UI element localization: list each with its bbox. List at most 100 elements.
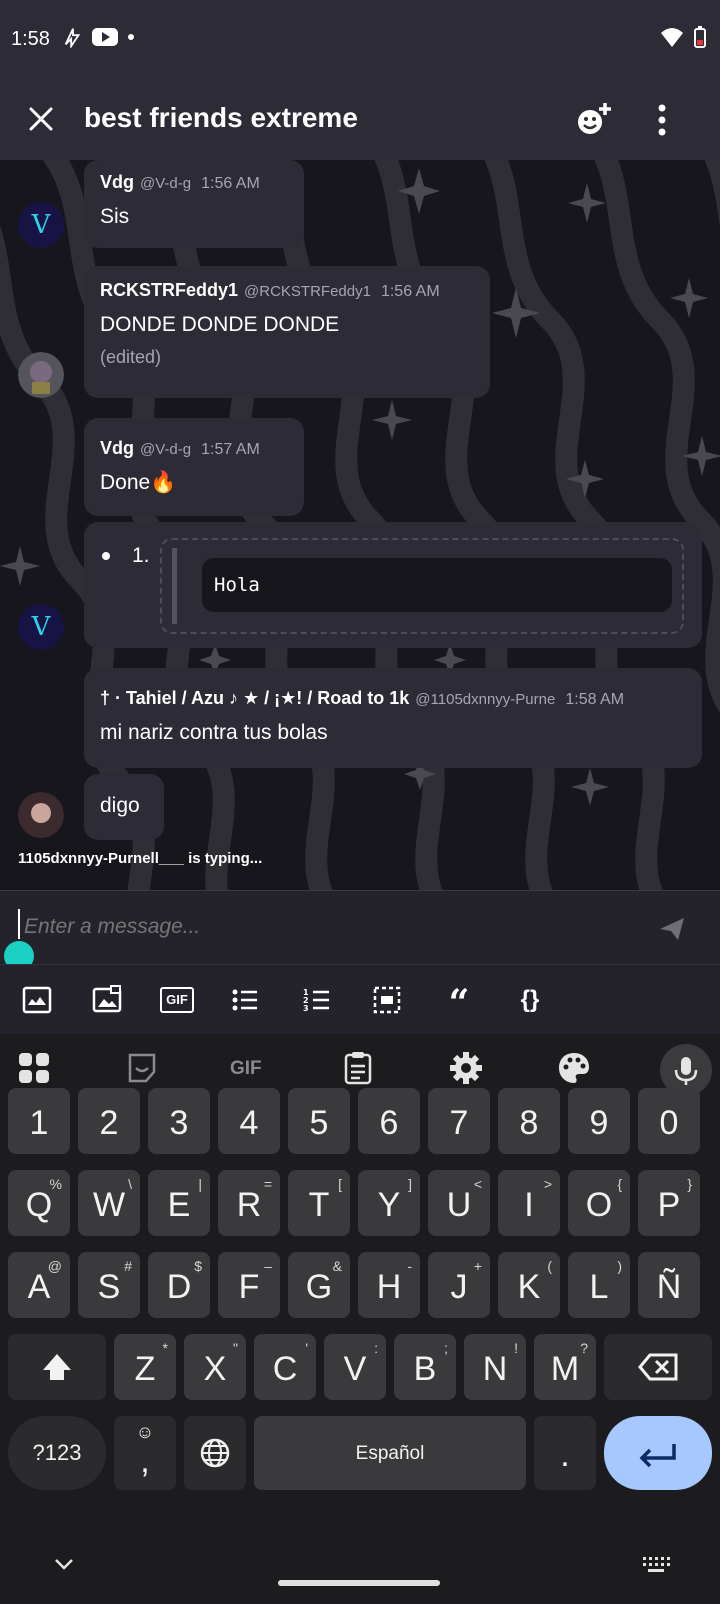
- avatar[interactable]: V: [18, 604, 64, 650]
- key-1[interactable]: 1: [8, 1088, 70, 1154]
- key-9[interactable]: 9: [568, 1088, 630, 1154]
- send-icon[interactable]: [658, 915, 686, 943]
- key-z[interactable]: Z *: [114, 1334, 176, 1400]
- author-handle: @1105dxnnyy-Purne: [415, 691, 556, 708]
- period-key[interactable]: .: [534, 1416, 596, 1490]
- text-cursor: [18, 909, 20, 939]
- language-key[interactable]: [184, 1416, 246, 1490]
- key-e[interactable]: E |: [148, 1170, 210, 1236]
- key-t[interactable]: T[: [288, 1170, 350, 1236]
- key-i[interactable]: I >: [498, 1170, 560, 1236]
- author-name[interactable]: Vdg: [100, 438, 134, 458]
- key-r[interactable]: R =: [218, 1170, 280, 1236]
- key-hint: (: [547, 1258, 552, 1274]
- key-8[interactable]: 8: [498, 1088, 560, 1154]
- key-p[interactable]: P}: [638, 1170, 700, 1236]
- numbered-list-icon[interactable]: 123: [302, 985, 332, 1015]
- add-member-icon[interactable]: [574, 100, 614, 140]
- comma-key[interactable]: , ☺: [114, 1416, 176, 1490]
- author-name[interactable]: RCKSTRFeddy1: [100, 280, 238, 300]
- message-text: DONDE DONDE DONDE: [100, 313, 340, 336]
- key-u[interactable]: U <: [428, 1170, 490, 1236]
- sticker-icon[interactable]: [124, 1050, 160, 1086]
- apps-grid-icon[interactable]: [16, 1050, 52, 1086]
- message-text: Sis: [100, 205, 130, 228]
- key-k[interactable]: K(: [498, 1252, 560, 1318]
- avatar[interactable]: [18, 352, 64, 398]
- key-6[interactable]: 6: [358, 1088, 420, 1154]
- settings-icon[interactable]: [448, 1050, 484, 1086]
- key-s[interactable]: S #: [78, 1252, 140, 1318]
- palette-icon[interactable]: [556, 1050, 592, 1086]
- key-2[interactable]: 2: [78, 1088, 140, 1154]
- key-l[interactable]: L): [568, 1252, 630, 1318]
- enter-key[interactable]: [604, 1416, 712, 1490]
- symbols-key[interactable]: ?123: [8, 1416, 106, 1490]
- key-m[interactable]: M?: [534, 1334, 596, 1400]
- edited-label: (edited): [100, 347, 162, 367]
- avatar[interactable]: V: [18, 202, 64, 248]
- key-label: .: [560, 1436, 570, 1474]
- spoiler-icon[interactable]: [372, 985, 402, 1015]
- sticker-icon[interactable]: [22, 985, 52, 1015]
- key-y[interactable]: Y]: [358, 1170, 420, 1236]
- key-h[interactable]: H-: [358, 1252, 420, 1318]
- key-w[interactable]: W \: [78, 1170, 140, 1236]
- author-name[interactable]: Vdg: [100, 172, 134, 192]
- message-bubble[interactable]: Vdg @V-d-g 1:57 AM Done🔥: [84, 418, 304, 516]
- backspace-key[interactable]: [604, 1334, 712, 1400]
- key-ñ[interactable]: Ñ: [638, 1252, 700, 1318]
- key-hint: }: [687, 1176, 692, 1192]
- code-icon[interactable]: {}: [510, 985, 550, 1015]
- image-icon[interactable]: [92, 985, 122, 1015]
- more-vert-icon[interactable]: [654, 102, 670, 138]
- message-bubble[interactable]: † · Tahiel / Azu ♪ ★ / ¡★! / Road to 1k @…: [84, 668, 702, 768]
- youtube-icon: [92, 28, 118, 46]
- shift-key[interactable]: [8, 1334, 106, 1400]
- message-list[interactable]: V Vdg @V-d-g 1:56 AM Sis RCKSTRFeddy1 @RCKS…: [0, 160, 720, 890]
- author-handle: @RCKSTRFeddy1: [244, 283, 371, 300]
- gesture-handle[interactable]: [278, 1580, 440, 1586]
- gif-icon[interactable]: GIF: [160, 987, 194, 1013]
- key-3[interactable]: 3: [148, 1088, 210, 1154]
- message-bubble[interactable]: digo: [84, 774, 164, 840]
- message-text: mi nariz contra tus bolas: [100, 721, 328, 744]
- message-bubble[interactable]: 1. Hola: [84, 522, 702, 648]
- key-d[interactable]: D $: [148, 1252, 210, 1318]
- message-bubble[interactable]: Vdg @V-d-g 1:56 AM Sis: [84, 160, 304, 248]
- bullet-list-icon[interactable]: [230, 985, 260, 1015]
- key-n[interactable]: N!: [464, 1334, 526, 1400]
- key-g[interactable]: G &: [288, 1252, 350, 1318]
- close-icon[interactable]: [26, 104, 56, 134]
- key-label: 2: [99, 1104, 119, 1142]
- key-x[interactable]: X ": [184, 1334, 246, 1400]
- message-time: 1:57 AM: [201, 441, 260, 458]
- key-j[interactable]: J +: [428, 1252, 490, 1318]
- avatar[interactable]: [18, 792, 64, 838]
- clipboard-icon[interactable]: [340, 1050, 376, 1086]
- quote-icon[interactable]: “: [444, 985, 474, 1021]
- key-label: ?123: [32, 1440, 82, 1465]
- list-bullet: [102, 552, 110, 560]
- key-7[interactable]: 7: [428, 1088, 490, 1154]
- key-a[interactable]: A @: [8, 1252, 70, 1318]
- key-q[interactable]: Q%: [8, 1170, 70, 1236]
- code-block: Hola: [202, 558, 672, 612]
- space-key[interactable]: Español: [254, 1416, 526, 1490]
- author-name[interactable]: † · Tahiel / Azu ♪ ★ / ¡★! / Road to 1k: [100, 688, 409, 708]
- key-o[interactable]: O{: [568, 1170, 630, 1236]
- key-0[interactable]: 0: [638, 1088, 700, 1154]
- key-b[interactable]: B;: [394, 1334, 456, 1400]
- keyboard-hide-icon[interactable]: [52, 1556, 76, 1572]
- key-4[interactable]: 4: [218, 1088, 280, 1154]
- globe-icon: [200, 1438, 230, 1468]
- key-f[interactable]: F –: [218, 1252, 280, 1318]
- keyboard-switch-icon[interactable]: [642, 1556, 670, 1574]
- key-hint: >: [543, 1176, 552, 1192]
- key-c[interactable]: C ': [254, 1334, 316, 1400]
- message-bubble[interactable]: RCKSTRFeddy1 @RCKSTRFeddy1 1:56 AM DONDE D…: [84, 266, 490, 398]
- message-input[interactable]: [0, 891, 640, 963]
- key-v[interactable]: V:: [324, 1334, 386, 1400]
- key-hint: =: [263, 1176, 272, 1192]
- key-5[interactable]: 5: [288, 1088, 350, 1154]
